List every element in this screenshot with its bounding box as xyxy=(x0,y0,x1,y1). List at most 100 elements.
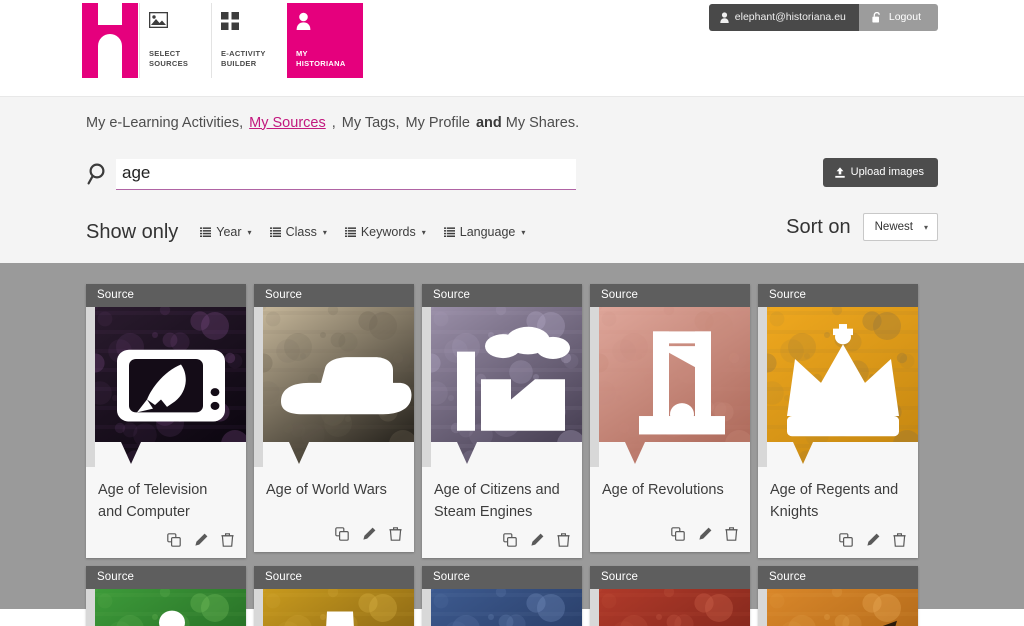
breadcrumb-item-activities[interactable]: My e-Learning Activities, xyxy=(86,115,243,131)
source-card[interactable]: Source Age of Revolutions xyxy=(590,284,750,552)
card-body: Age of Regents and Knights xyxy=(758,467,918,529)
image-icon xyxy=(149,12,204,32)
logout-button[interactable]: Logout xyxy=(858,4,938,31)
card-thumbnail[interactable] xyxy=(422,589,582,626)
trash-icon[interactable] xyxy=(557,533,570,547)
list-icon xyxy=(443,227,455,237)
pencil-icon[interactable] xyxy=(194,533,208,547)
breadcrumb-separator: , xyxy=(331,114,336,131)
breadcrumb-item-profile[interactable]: My Profile xyxy=(406,115,470,131)
search-row: Upload images xyxy=(86,148,938,201)
copy-icon[interactable] xyxy=(503,533,517,547)
trash-icon[interactable] xyxy=(221,533,234,547)
card-actions xyxy=(254,523,414,552)
card-source-badge: Source xyxy=(590,284,750,307)
filter-keywords[interactable]: Keywords ▾ xyxy=(344,225,426,239)
upload-images-button[interactable]: Upload images xyxy=(822,158,938,187)
page-root: SELECT SOURCES E-ACTIVITY BUILDER MY HIS… xyxy=(0,0,1024,626)
card-source-badge: Source xyxy=(86,284,246,307)
card-body: Age of Citizens and Steam Engines xyxy=(422,467,582,529)
list-icon xyxy=(344,227,356,237)
chevron-down-icon: ▾ xyxy=(322,227,327,237)
source-card[interactable]: Source Age of Regents and Knights xyxy=(758,284,918,558)
card-thumbnail[interactable] xyxy=(86,307,246,467)
card-thumbnail[interactable] xyxy=(86,589,246,626)
nav-tile-select-sources[interactable]: SELECT SOURCES xyxy=(139,3,211,78)
top-bar: SELECT SOURCES E-ACTIVITY BUILDER MY HIS… xyxy=(0,0,1024,96)
historiana-logo[interactable] xyxy=(82,3,138,78)
user-bar: elephant@historiana.eu Logout xyxy=(708,4,938,31)
filter-class[interactable]: Class ▾ xyxy=(269,225,327,239)
copy-icon[interactable] xyxy=(167,533,181,547)
copy-icon[interactable] xyxy=(335,527,349,541)
user-icon xyxy=(720,11,729,23)
filter-year-label: Year xyxy=(216,225,242,239)
card-actions xyxy=(590,523,750,552)
card-thumbnail[interactable] xyxy=(758,307,918,467)
copy-icon[interactable] xyxy=(839,533,853,547)
pencil-icon[interactable] xyxy=(362,527,376,541)
copy-icon[interactable] xyxy=(671,527,685,541)
source-card[interactable]: Source Age of Citizens and Steam Engines xyxy=(422,284,582,558)
card-thumbnail[interactable] xyxy=(254,589,414,626)
source-card[interactable]: Source xyxy=(758,566,918,626)
source-card[interactable]: Source xyxy=(590,566,750,626)
upload-icon xyxy=(834,166,845,178)
card-body: Age of World Wars xyxy=(254,467,414,523)
chevron-down-icon: ▾ xyxy=(247,227,252,237)
card-thumbnail[interactable] xyxy=(590,307,750,467)
sort-select-value: Newest xyxy=(874,221,913,233)
trash-icon[interactable] xyxy=(893,533,906,547)
filter-year[interactable]: Year ▾ xyxy=(200,225,252,239)
card-thumbnail[interactable] xyxy=(590,589,750,626)
nav-tile-label-line2: HISTORIANA xyxy=(296,58,346,68)
list-icon xyxy=(200,227,212,237)
list-icon xyxy=(269,227,281,237)
trash-icon[interactable] xyxy=(725,527,738,541)
account-email: elephant@historiana.eu xyxy=(734,11,846,23)
source-card[interactable]: Source xyxy=(254,566,414,626)
nav-tile-label-line2: SOURCES xyxy=(149,58,189,68)
pencil-icon[interactable] xyxy=(698,527,712,541)
card-source-badge: Source xyxy=(86,566,246,589)
nav-tile-my-historiana[interactable]: MY HISTORIANA xyxy=(287,3,363,78)
filter-language[interactable]: Language ▾ xyxy=(443,225,525,239)
breadcrumb-item-sources[interactable]: My Sources xyxy=(249,115,326,131)
nav-tile-label-line1: E-ACTIVITY xyxy=(221,49,266,58)
filter-row: Show only Year ▾ Class ▾ Keywords ▾ Lang… xyxy=(86,201,938,263)
filter-language-label: Language xyxy=(459,225,516,239)
grid-icon xyxy=(221,12,280,32)
source-card[interactable]: Source Age of World Wars xyxy=(254,284,414,552)
card-source-badge: Source xyxy=(254,566,414,589)
search-input[interactable] xyxy=(116,159,576,190)
source-card[interactable]: Source xyxy=(86,566,246,626)
card-source-badge: Source xyxy=(758,284,918,307)
trash-icon[interactable] xyxy=(389,527,402,541)
breadcrumb-item-shares[interactable]: My Shares. xyxy=(506,115,579,131)
show-only-label: Show only xyxy=(86,220,179,243)
card-title: Age of Citizens and Steam Engines xyxy=(434,482,560,520)
nav-tile-label-line1: MY xyxy=(296,49,308,58)
pencil-icon[interactable] xyxy=(530,533,544,547)
card-source-badge: Source xyxy=(254,284,414,307)
upload-images-label: Upload images xyxy=(850,166,924,178)
card-thumbnail[interactable] xyxy=(758,589,918,626)
search-icon xyxy=(86,161,112,187)
card-thumbnail[interactable] xyxy=(254,307,414,467)
card-title: Age of Regents and Knights xyxy=(770,482,899,520)
sort-on-label: Sort on xyxy=(786,215,851,238)
sort-group: Sort on Newest ▾ xyxy=(786,213,938,241)
sort-select[interactable]: Newest ▾ xyxy=(862,213,938,241)
source-card[interactable]: Source Age of Television and Computer xyxy=(86,284,246,558)
pencil-icon[interactable] xyxy=(866,533,880,547)
breadcrumb-item-tags[interactable]: My Tags, xyxy=(342,115,400,131)
account-chip[interactable]: elephant@historiana.eu xyxy=(708,4,859,31)
source-card[interactable]: Source xyxy=(422,566,582,626)
card-body: Age of Television and Computer xyxy=(86,467,246,529)
card-body: Age of Revolutions xyxy=(590,467,750,523)
card-title: Age of Revolutions xyxy=(602,482,724,498)
nav-tile-eactivity-builder[interactable]: E-ACTIVITY BUILDER xyxy=(211,3,287,78)
control-band: My e-Learning Activities, My Sources , M… xyxy=(0,96,1024,263)
brand-nav-group: SELECT SOURCES E-ACTIVITY BUILDER MY HIS… xyxy=(82,3,363,78)
card-thumbnail[interactable] xyxy=(422,307,582,467)
